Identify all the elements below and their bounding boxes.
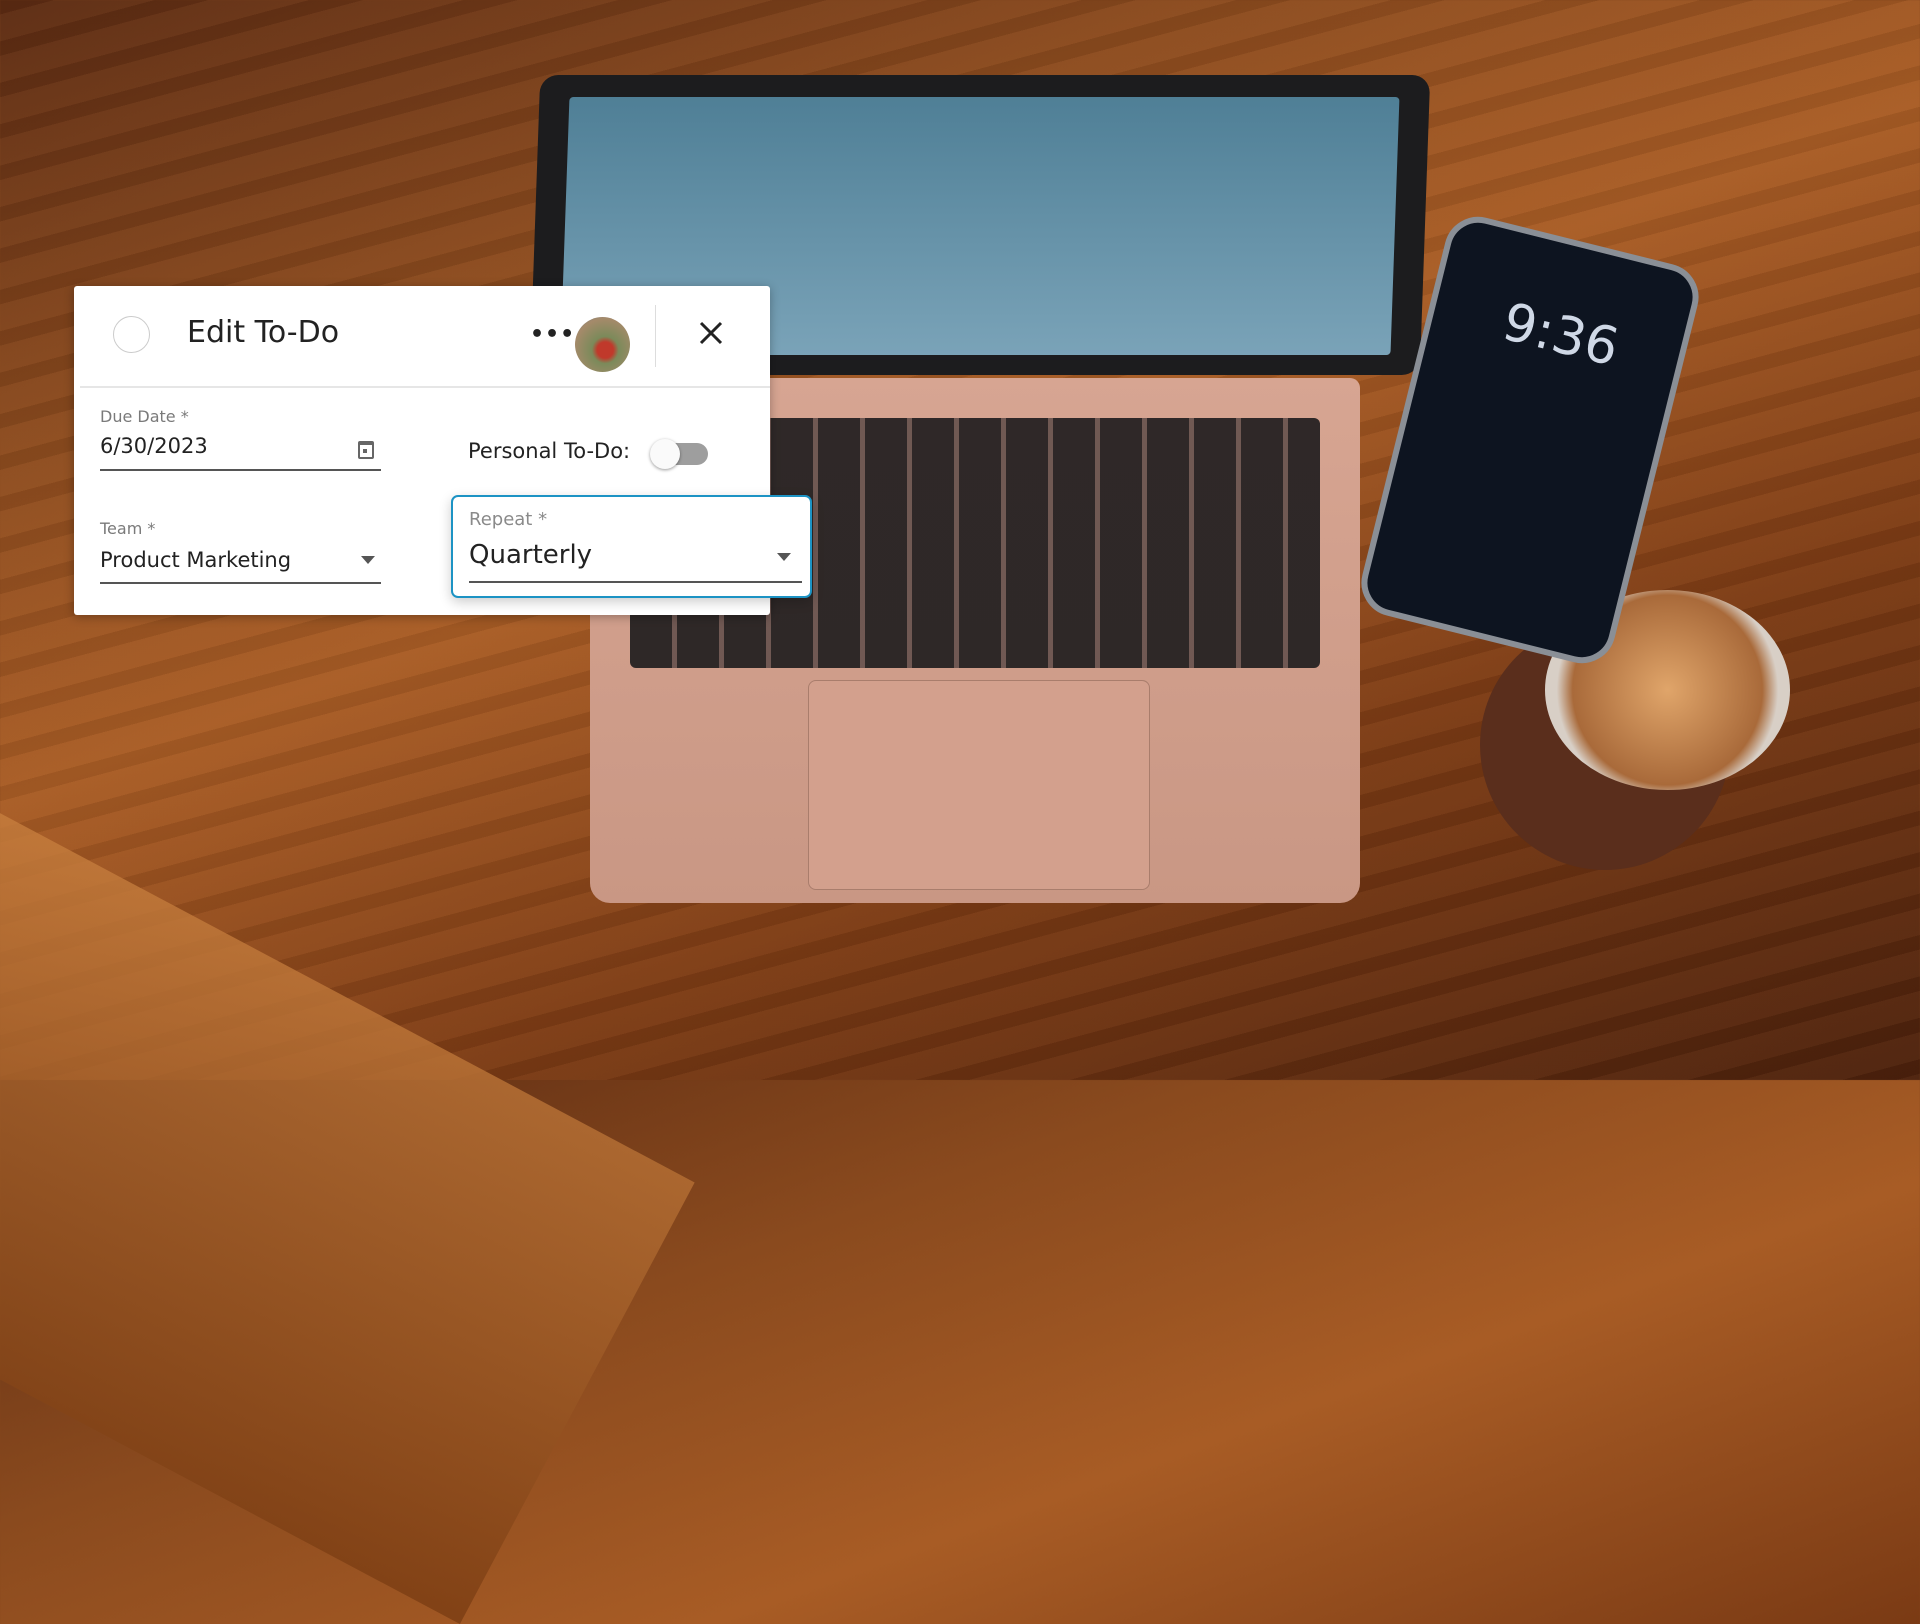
personal-todo-toggle[interactable] bbox=[650, 439, 708, 469]
due-date-underline bbox=[100, 469, 381, 471]
header-divider-vertical bbox=[655, 305, 656, 367]
repeat-underline bbox=[469, 581, 802, 583]
more-horizontal-icon[interactable]: ••• bbox=[530, 322, 575, 347]
calendar-icon[interactable] bbox=[358, 441, 374, 459]
complete-checkbox[interactable] bbox=[113, 316, 150, 353]
close-icon[interactable] bbox=[698, 320, 724, 346]
header-divider bbox=[80, 386, 770, 388]
team-dropdown-arrow-icon[interactable] bbox=[361, 556, 375, 564]
personal-todo-label: Personal To-Do: bbox=[468, 439, 631, 463]
repeat-dropdown-arrow-icon[interactable] bbox=[777, 553, 791, 561]
repeat-select[interactable]: Repeat * Quarterly bbox=[451, 495, 812, 598]
avatar[interactable] bbox=[575, 317, 630, 372]
repeat-value: Quarterly bbox=[469, 540, 593, 570]
due-date-input[interactable]: 6/30/2023 bbox=[100, 434, 208, 458]
due-date-label: Due Date * bbox=[100, 407, 189, 426]
repeat-label: Repeat * bbox=[469, 509, 548, 530]
dialog-title: Edit To-Do bbox=[187, 315, 340, 350]
team-underline bbox=[100, 582, 381, 584]
team-label: Team * bbox=[100, 519, 156, 538]
team-select[interactable]: Product Marketing bbox=[100, 548, 291, 572]
